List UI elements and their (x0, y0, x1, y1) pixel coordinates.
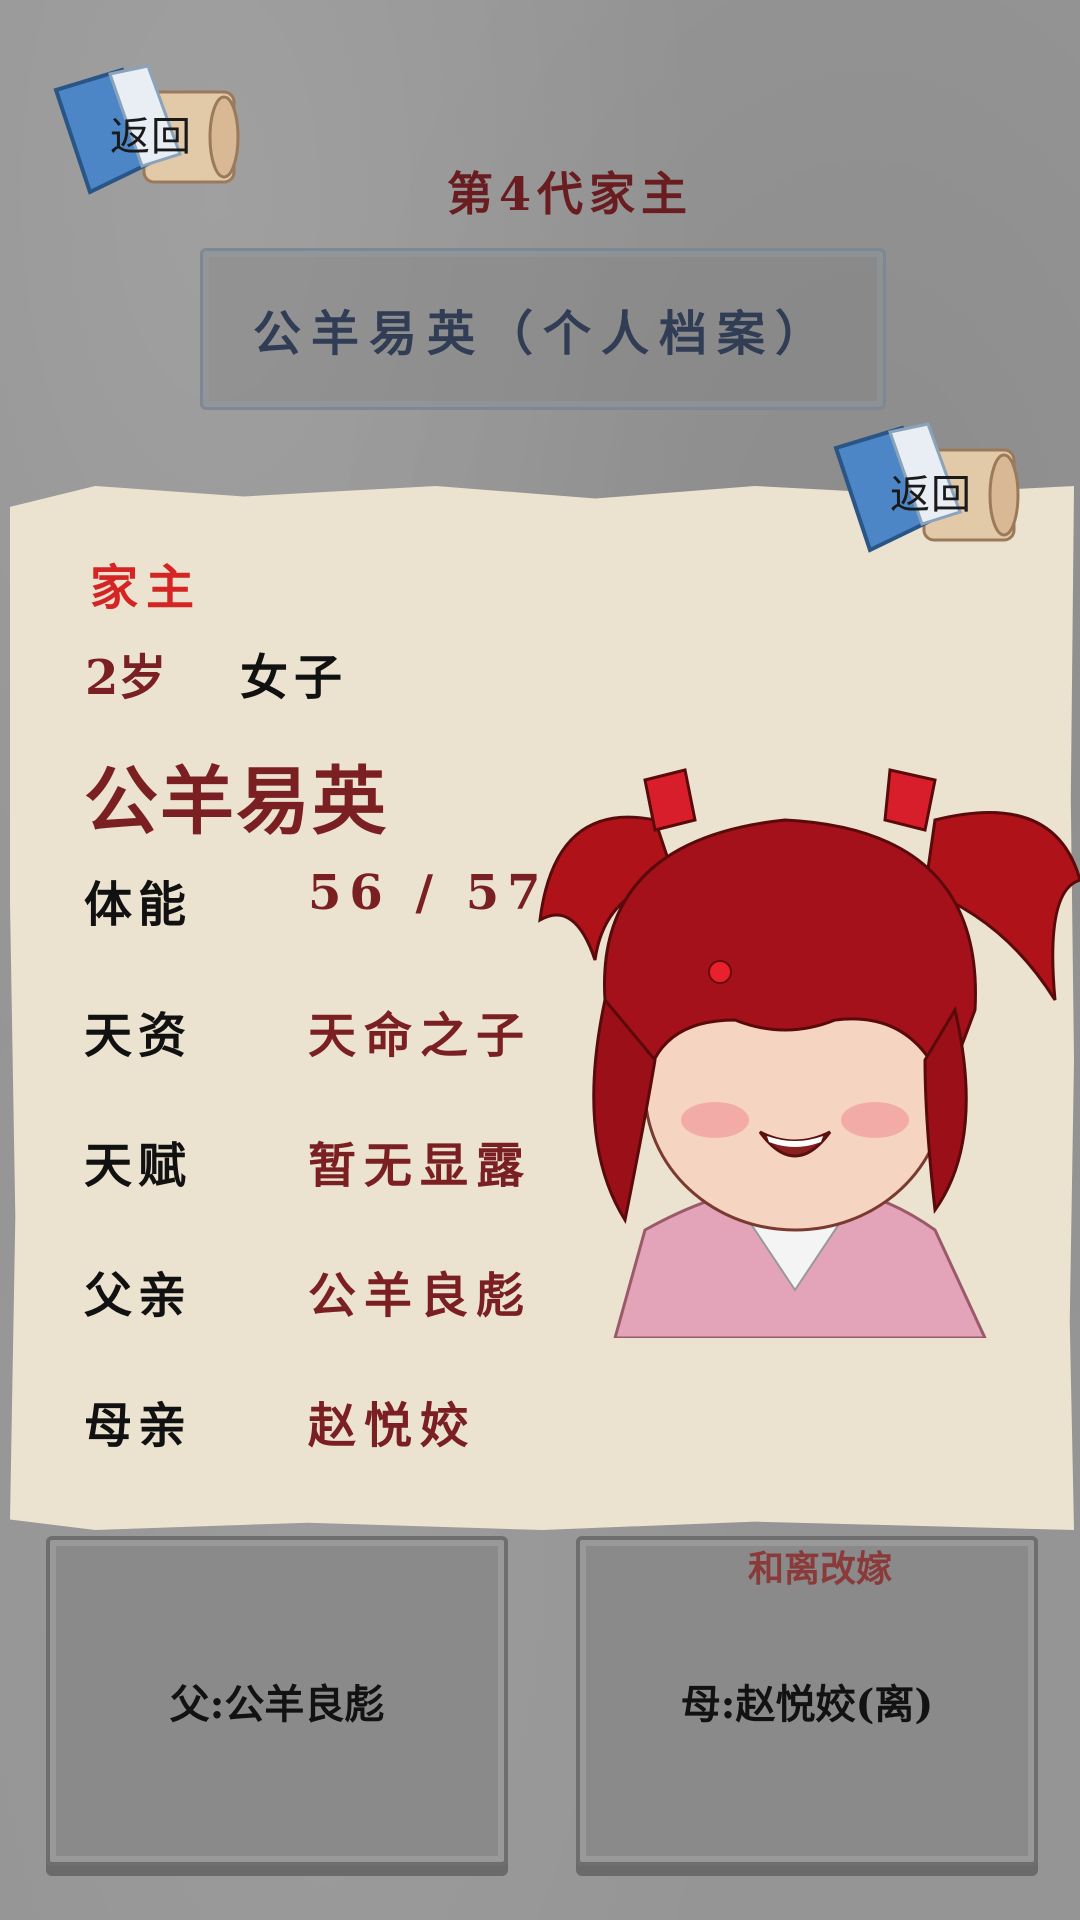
stat-value-father: 公羊良彪 (308, 1268, 533, 1324)
stat-value-mother: 赵悦姣 (308, 1398, 477, 1454)
stat-label-talent: 天赋 (84, 1138, 193, 1194)
divorce-remarried-tag: 和离改嫁 (748, 1548, 893, 1590)
profile-title: 公羊易英（个人档案） (252, 306, 833, 362)
gender-value: 女子 (240, 650, 349, 706)
stat-value-stamina: 56 / 57 (308, 865, 549, 921)
stat-label-stamina: 体能 (84, 877, 193, 933)
generation-title: 第4代家主 (446, 167, 693, 221)
stat-value-talent: 暂无显露 (308, 1138, 533, 1194)
stat-label-father: 父亲 (84, 1268, 193, 1324)
character-portrait (538, 768, 1080, 1338)
father-button[interactable]: 父:公羊良彪 (46, 1536, 508, 1866)
card-back-button-label: 返回 (890, 472, 972, 518)
stat-value-aptitude: 天命之子 (308, 1008, 533, 1064)
back-button-label: 返回 (110, 114, 192, 160)
mother-button-label: 母:赵悦姣(离) (680, 1681, 934, 1728)
father-button-label: 父:公羊良彪 (169, 1681, 385, 1728)
card-back-button[interactable]: 返回 (832, 420, 1022, 560)
character-name: 公羊易英 (84, 759, 388, 845)
age-value: 2岁 (85, 650, 167, 706)
stat-label-mother: 母亲 (84, 1398, 193, 1454)
profile-title-plate: 公羊易英（个人档案） (200, 248, 886, 410)
stat-label-aptitude: 天资 (84, 1008, 193, 1064)
role-label: 家主 (90, 560, 203, 616)
